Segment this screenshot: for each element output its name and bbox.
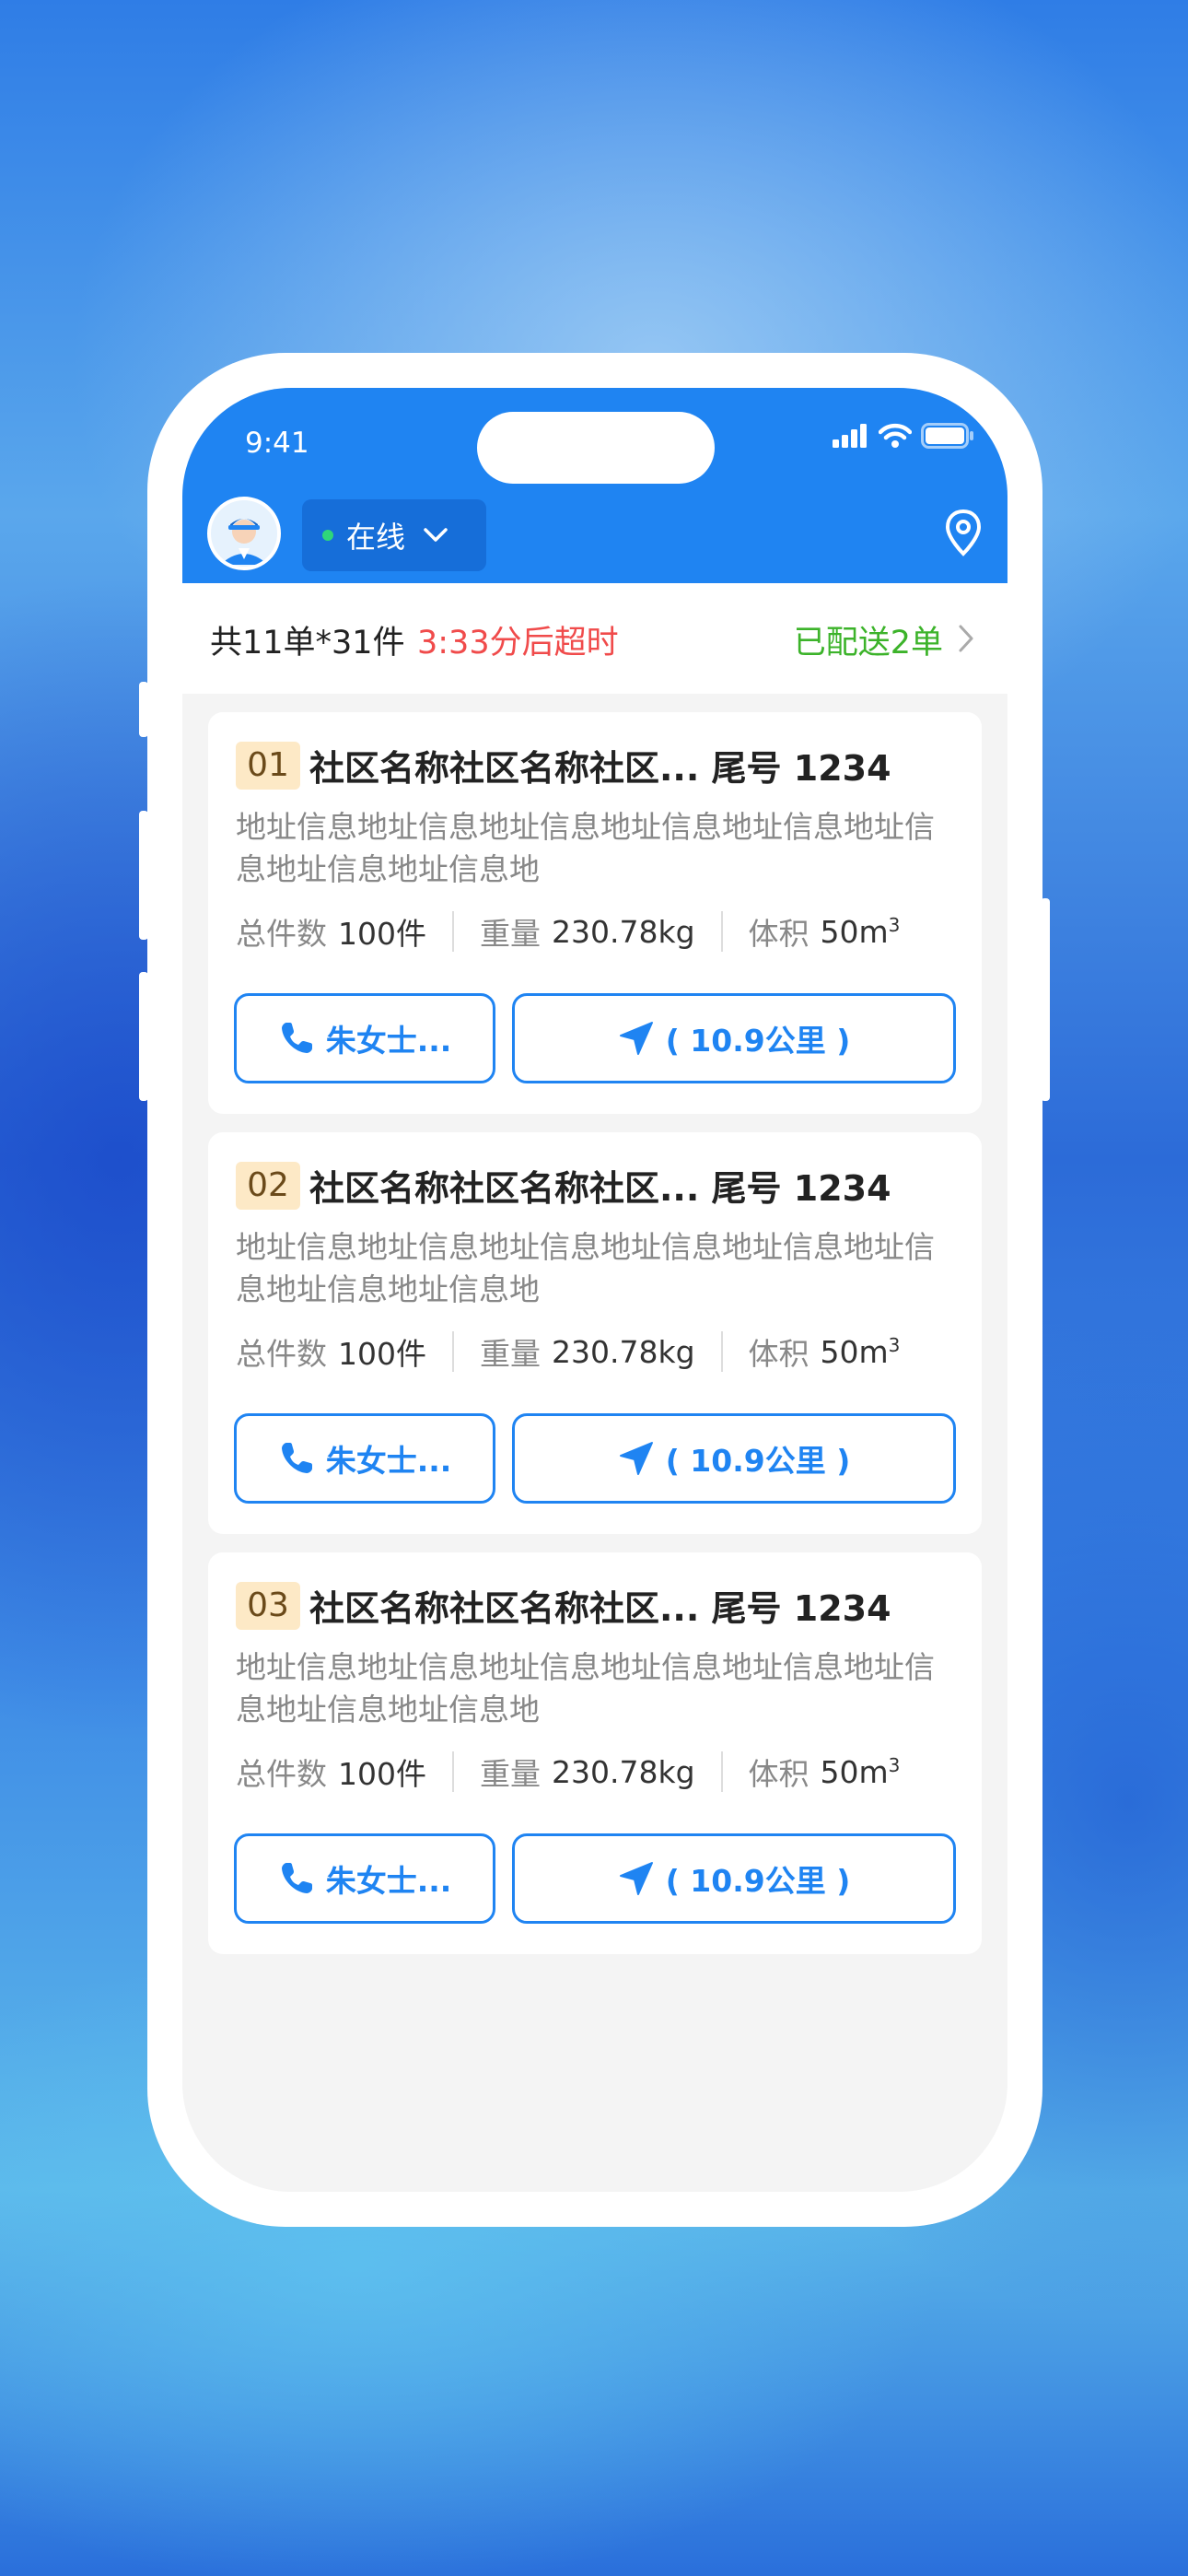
order-count-text: 共11单*31件 [210, 625, 405, 662]
weight-label: 重量 [480, 1336, 541, 1372]
count-label: 总件数 [236, 1336, 327, 1372]
contact-name: 朱女士... [325, 1443, 452, 1479]
call-contact-button[interactable]: 朱女士... [234, 993, 495, 1083]
online-label: 在线 [346, 520, 406, 555]
order-card[interactable]: 01 社区名称社区名称社区... 尾号 1234 地址信息地址信息地址信息地址信… [208, 712, 982, 1114]
phone-icon [281, 1023, 312, 1053]
volume-label: 体积 [748, 1336, 809, 1372]
count-value: 100件 [338, 1336, 426, 1372]
delivered-link[interactable]: 已配送2单 [794, 616, 943, 663]
weight-label: 重量 [480, 1756, 541, 1792]
stats-divider [720, 1751, 723, 1792]
stats-divider [720, 1331, 723, 1372]
navigation-arrow-icon [619, 1022, 653, 1055]
weight-value: 230.78kg [552, 913, 695, 950]
contact-name: 朱女士... [325, 1023, 452, 1059]
chevron-down-icon [424, 528, 448, 542]
count-label: 总件数 [236, 916, 327, 952]
stats-divider [720, 911, 723, 952]
order-address: 地址信息地址信息地址信息地址信息地址信息地址信息地址信息地址信息地 [236, 1649, 935, 1727]
order-title: 社区名称社区名称社区... 尾号 1234 [309, 1168, 891, 1209]
volume-value: 50m3 [820, 1753, 901, 1790]
weight-label: 重量 [480, 916, 541, 952]
order-card[interactable]: 03 社区名称社区名称社区... 尾号 1234 地址信息地址信息地址信息地址信… [208, 1552, 982, 1954]
navigation-arrow-icon [619, 1862, 653, 1895]
battery-icon [921, 423, 973, 449]
order-summary-bar: 共11单*31件 3:33分后超时 已配送2单 [182, 583, 1007, 694]
order-address: 地址信息地址信息地址信息地址信息地址信息地址信息地址信息地址信息地 [236, 809, 935, 887]
call-contact-button[interactable]: 朱女士... [234, 1413, 495, 1504]
top-bar: 9:41 在线 [182, 388, 1007, 583]
order-index-badge: 01 [236, 742, 300, 790]
stats-divider [452, 1331, 454, 1372]
dynamic-island [477, 412, 715, 484]
count-value: 100件 [338, 1756, 426, 1792]
timeout-text: 3:33分后超时 [417, 625, 619, 662]
order-index-badge: 03 [236, 1582, 300, 1630]
phone-icon [281, 1443, 312, 1473]
location-pin-icon[interactable] [943, 508, 984, 559]
wifi-icon [879, 423, 912, 448]
order-address: 地址信息地址信息地址信息地址信息地址信息地址信息地址信息地址信息地 [236, 1229, 935, 1307]
navigate-button[interactable]: ( 10.9公里 ) [512, 1413, 956, 1504]
weight-value: 230.78kg [552, 1753, 695, 1790]
order-index-badge: 02 [236, 1162, 300, 1210]
chevron-right-icon[interactable] [958, 624, 974, 653]
stats-divider [452, 911, 454, 952]
volume-label: 体积 [748, 916, 809, 952]
phone-icon [281, 1863, 312, 1893]
volume-value: 50m3 [820, 913, 901, 950]
volume-label: 体积 [748, 1756, 809, 1792]
volume-value: 50m3 [820, 1333, 901, 1370]
order-list: 01 社区名称社区名称社区... 尾号 1234 地址信息地址信息地址信息地址信… [208, 712, 982, 1973]
order-stats: 总件数 100件 重量 230.78kg 体积 50m3 [236, 909, 900, 954]
order-title: 社区名称社区名称社区... 尾号 1234 [309, 748, 891, 789]
order-stats: 总件数 100件 重量 230.78kg 体积 50m3 [236, 1750, 900, 1794]
order-stats: 总件数 100件 重量 230.78kg 体积 50m3 [236, 1329, 900, 1374]
weight-value: 230.78kg [552, 1333, 695, 1370]
order-card[interactable]: 02 社区名称社区名称社区... 尾号 1234 地址信息地址信息地址信息地址信… [208, 1132, 982, 1534]
status-icons [833, 423, 974, 449]
distance-text: ( 10.9公里 ) [665, 1023, 851, 1059]
navigate-button[interactable]: ( 10.9公里 ) [512, 993, 956, 1083]
contact-name: 朱女士... [325, 1863, 452, 1899]
online-status-dropdown[interactable]: 在线 [302, 499, 486, 571]
online-dot [322, 530, 333, 541]
distance-text: ( 10.9公里 ) [665, 1863, 851, 1899]
status-time: 9:41 [245, 427, 309, 460]
count-value: 100件 [338, 916, 426, 952]
signal-icon [833, 424, 867, 448]
phone-frame: 9:41 在线 共11单*31件 3:33分后超时 已配送2单 01 社区名称社… [147, 353, 1042, 2227]
stats-divider [452, 1751, 454, 1792]
app-screen: 9:41 在线 共11单*31件 3:33分后超时 已配送2单 01 社区名称社… [182, 388, 1007, 2192]
count-label: 总件数 [236, 1756, 327, 1792]
call-contact-button[interactable]: 朱女士... [234, 1833, 495, 1924]
order-title: 社区名称社区名称社区... 尾号 1234 [309, 1588, 891, 1629]
avatar[interactable] [207, 497, 281, 570]
navigation-arrow-icon [619, 1442, 653, 1475]
distance-text: ( 10.9公里 ) [665, 1443, 851, 1479]
navigate-button[interactable]: ( 10.9公里 ) [512, 1833, 956, 1924]
